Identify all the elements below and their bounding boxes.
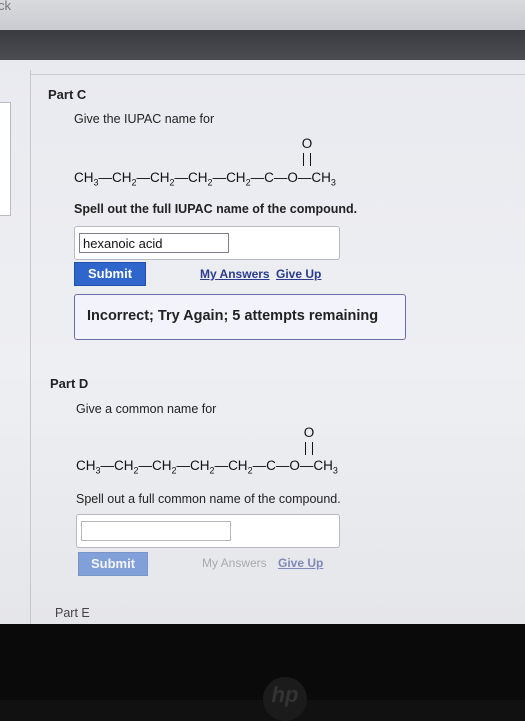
part-c-title: Part C bbox=[48, 87, 87, 102]
tab-fragment-text: ck bbox=[0, 0, 11, 13]
part-d-submit-button[interactable]: Submit bbox=[78, 552, 148, 576]
carbonyl-oxygen: O bbox=[301, 136, 313, 151]
part-d-title: Part D bbox=[50, 376, 89, 391]
part-c-instruction: Spell out the full IUPAC name of the com… bbox=[74, 202, 358, 216]
part-c-feedback-box: Incorrect; Try Again; 5 attempts remaini… bbox=[74, 294, 406, 340]
left-sidebar-edge bbox=[0, 102, 11, 216]
part-d-give-up-link[interactable]: Give Up bbox=[278, 556, 323, 570]
browser-top-strip: ck bbox=[0, 0, 525, 30]
page-content: Part C Give the IUPAC name for O CH3—CH2… bbox=[0, 60, 525, 624]
part-c-prompt: Give the IUPAC name for bbox=[74, 112, 215, 126]
formula-chain: CH3—CH2—CH2—CH2—CH2—C—O—CH3 bbox=[76, 458, 338, 476]
part-c-answer-input[interactable] bbox=[79, 233, 229, 253]
browser-toolbar bbox=[0, 30, 525, 60]
double-bond bbox=[303, 153, 311, 166]
part-d-prompt: Give a common name for bbox=[76, 402, 217, 416]
part-c-submit-button[interactable]: Submit bbox=[74, 262, 146, 286]
part-d-answer-box bbox=[76, 514, 340, 548]
part-d-instruction: Spell out a full common name of the comp… bbox=[76, 492, 341, 506]
part-d-my-answers-link[interactable]: My Answers bbox=[202, 556, 267, 570]
part-e-title: Part E bbox=[55, 606, 90, 620]
part-c-my-answers-link[interactable]: My Answers bbox=[200, 267, 270, 281]
part-c-give-up-link[interactable]: Give Up bbox=[276, 267, 321, 281]
double-bond bbox=[305, 442, 313, 455]
part-c-answer-box bbox=[74, 226, 340, 260]
hp-logo-icon: hp bbox=[263, 677, 307, 721]
carbonyl-oxygen: O bbox=[303, 425, 315, 440]
part-d-answer-input[interactable] bbox=[81, 521, 231, 541]
formula-chain: CH3—CH2—CH2—CH2—CH2—C—O—CH3 bbox=[74, 170, 336, 188]
monitor-bezel bbox=[0, 624, 525, 700]
